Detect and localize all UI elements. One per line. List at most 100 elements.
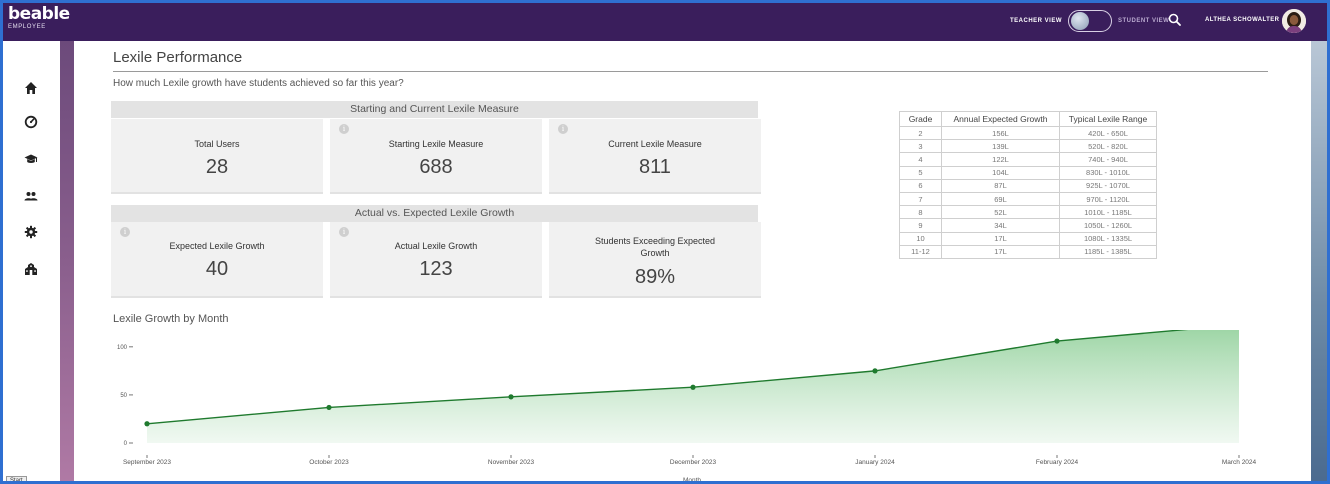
logo-text: beable: [8, 4, 70, 24]
dashboard-gauge-icon[interactable]: [24, 115, 38, 129]
table-row: 4 122L 740L - 940L: [899, 152, 1157, 167]
switch-knob[interactable]: [1071, 12, 1090, 30]
table-cell: 5: [899, 165, 942, 180]
stat-value: 28: [205, 156, 229, 178]
data-point: [690, 384, 696, 390]
y-tick-label: 0: [124, 441, 128, 447]
search-icon[interactable]: [1167, 12, 1183, 28]
section-header-actual-expected: Actual vs. Expected Lexile Growth: [111, 205, 758, 222]
table-row: 9 34L 1050L - 1260L: [899, 218, 1157, 233]
gear-icon[interactable]: [24, 225, 38, 239]
stat-label: Students Exceeding Expected Growth: [594, 236, 716, 258]
table-cell: 34L: [941, 218, 1060, 233]
table-row: 3 139L 520L - 820L: [899, 139, 1157, 154]
section-header-starting-current: Starting and Current Lexile Measure: [111, 101, 758, 118]
stat-card-expected-growth: i Expected Lexile Growth 40: [111, 222, 323, 298]
table-row: 2 156L 420L - 650L: [899, 125, 1157, 141]
table-cell: 1050L - 1260L: [1059, 218, 1157, 233]
table-cell: 17L: [941, 244, 1060, 259]
stat-label: Total Users: [194, 139, 240, 149]
lexile-growth-chart: 0 50 100 September 2023 October 2023 November…: [117, 330, 1257, 484]
stat-value: 123: [419, 258, 453, 280]
teacher-view-label[interactable]: TEACHER VIEW: [1010, 18, 1062, 24]
table-row: 11-12 17L 1185L - 1385L: [899, 244, 1157, 259]
x-tick-label: December 2023: [670, 459, 717, 466]
column-header: Annual Expected Growth: [941, 111, 1060, 127]
student-view-label[interactable]: STUDENT VIEW: [1118, 18, 1169, 24]
table-cell: 87L: [941, 178, 1060, 193]
table-cell: 11-12: [899, 244, 942, 259]
stat-card-current-lexile: i Current Lexile Measure 811: [549, 119, 761, 194]
table-cell: 104L: [941, 165, 1060, 180]
page-title: Lexile Performance: [113, 49, 243, 66]
table-cell: 970L - 1120L: [1059, 191, 1157, 207]
table-cell: 3: [899, 139, 942, 154]
stat-card-actual-growth: i Actual Lexile Growth 123: [330, 222, 542, 298]
table-cell: 7: [899, 191, 942, 207]
stat-label: Current Lexile Measure: [608, 139, 702, 149]
view-toggle: TEACHER VIEW STUDENT VIEW: [1010, 10, 1169, 32]
info-icon[interactable]: i: [339, 227, 349, 237]
stat-value: 811: [639, 156, 671, 178]
table-cell: 2: [899, 125, 942, 141]
table-cell: 69L: [941, 191, 1060, 207]
table-row: 5 104L 830L - 1010L: [899, 165, 1157, 180]
data-point: [508, 394, 514, 400]
table-cell: 156L: [941, 125, 1060, 141]
data-point: [872, 368, 878, 374]
info-icon[interactable]: i: [120, 227, 130, 237]
table-cell: 9: [899, 218, 942, 233]
school-building-icon[interactable]: [24, 262, 38, 276]
users-icon[interactable]: [24, 189, 38, 203]
stat-card-students-exceeding: Students Exceeding Expected Growth 89%: [549, 222, 761, 298]
data-point: [326, 404, 332, 411]
table-row: 6 87L 925L - 1070L: [899, 178, 1157, 193]
stat-label: Expected Lexile Growth: [169, 241, 265, 251]
table-row: 8 52L 1010L - 1185L: [899, 205, 1157, 220]
x-tick-label: November 2023: [488, 459, 535, 466]
table-cell: 740L - 940L: [1059, 152, 1157, 167]
app-logo[interactable]: beable EMPLOYEE: [8, 5, 70, 31]
title-divider: [113, 71, 1268, 72]
stat-label: Actual Lexile Growth: [394, 241, 478, 251]
table-cell: 139L: [941, 139, 1060, 154]
table-cell: 520L - 820L: [1059, 139, 1157, 154]
x-tick-label: February 2024: [1036, 459, 1079, 466]
avatar-image: [1282, 9, 1306, 33]
home-icon[interactable]: [24, 81, 38, 95]
page-question: How much Lexile growth have students ach…: [113, 78, 404, 89]
stat-value: 688: [419, 156, 453, 178]
view-switch[interactable]: [1068, 10, 1113, 32]
stat-card-starting-lexile: i Starting Lexile Measure 688: [330, 119, 542, 194]
user-name[interactable]: ALTHEA SCHOWALTER: [1205, 17, 1279, 23]
table-cell: 420L - 650L: [1059, 125, 1157, 141]
x-tick-label: January 2024: [855, 459, 895, 466]
table-cell: 4: [899, 152, 942, 167]
data-point: [144, 421, 150, 427]
y-tick-label: 100: [117, 345, 128, 351]
graduation-cap-icon[interactable]: [24, 152, 38, 166]
background-image-strip-right: [1311, 41, 1330, 484]
logo-subtitle: EMPLOYEE: [8, 24, 46, 30]
data-point: [1054, 338, 1060, 344]
table-cell: 17L: [941, 231, 1060, 246]
x-tick-label: October 2023: [309, 459, 349, 466]
info-icon[interactable]: i: [558, 124, 568, 134]
table-cell: 10: [899, 231, 942, 246]
column-header: Typical Lexile Range: [1059, 111, 1157, 127]
avatar[interactable]: [1282, 9, 1306, 33]
x-axis-label: Month: [683, 477, 701, 484]
column-header: Grade: [899, 111, 942, 127]
stat-value: 40: [205, 258, 229, 280]
top-navigation-bar: beable EMPLOYEE TEACHER VIEW STUDENT VIE…: [0, 0, 1330, 41]
table-header-row: Grade Annual Expected Growth Typical Lex…: [899, 111, 1157, 127]
table-row: 7 69L 970L - 1120L: [899, 191, 1157, 207]
table-cell: 52L: [941, 205, 1060, 220]
lexile-reference-table: Grade Annual Expected Growth Typical Lex…: [899, 111, 1157, 259]
table-cell: 1010L - 1185L: [1059, 205, 1157, 220]
table-cell: 6: [899, 178, 942, 193]
table-cell: 830L - 1010L: [1059, 165, 1157, 180]
stat-value: 89%: [634, 266, 676, 288]
info-icon[interactable]: i: [339, 124, 349, 134]
table-cell: 122L: [941, 152, 1060, 167]
